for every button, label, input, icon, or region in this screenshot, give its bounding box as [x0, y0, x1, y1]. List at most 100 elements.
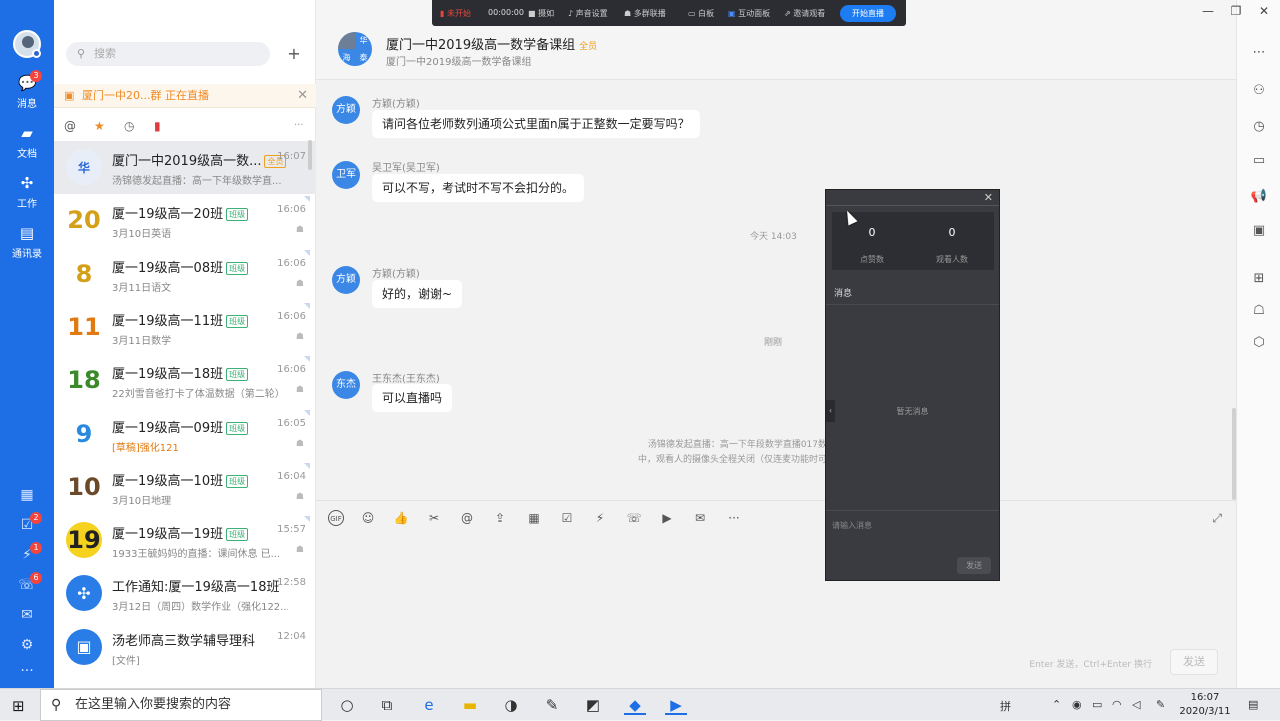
settings-icon[interactable]: ⚙ — [18, 636, 36, 654]
calendar-icon[interactable]: ▦ — [526, 510, 542, 526]
files-icon[interactable]: ▭ — [1250, 152, 1268, 170]
live-icon[interactable]: ▣ — [1250, 222, 1268, 240]
conversation-item[interactable]: 9 厦一19级高一09班 班级 16:05 [草稿]强化121 ☗ — [54, 408, 316, 461]
conversation-item[interactable]: 华厦门一中2019级高一数... 全员 16:07 汤锦德发起直播：高一下年级数学直.… — [54, 141, 316, 194]
minimize-icon[interactable]: — — [1198, 4, 1218, 18]
close-icon[interactable]: ✕ — [984, 191, 993, 204]
conversation-item[interactable]: 20 厦一19级高一20班 班级 16:06 3月10日英语 ☗ — [54, 194, 316, 247]
ding-icon[interactable]: ⚡ — [592, 510, 608, 526]
send-button[interactable]: 发送 — [1170, 649, 1218, 675]
panel-send-button[interactable]: 发送 — [957, 557, 991, 574]
message-avatar[interactable]: 方颖 — [332, 266, 360, 294]
nav-messages[interactable]: 💬 消息 — [0, 74, 54, 110]
conversation-item[interactable]: 19 厦一19级高一19班 班级 15:57 1933王毓妈妈的直播：课间休息 已...… — [54, 514, 316, 567]
windows-start-icon[interactable]: ⊞ — [12, 697, 25, 715]
gif-icon[interactable]: GIF — [328, 510, 344, 526]
close-icon[interactable]: ✕ — [297, 84, 308, 108]
conversation-item[interactable]: ✣ 工作通知:厦一19级高一18班 12:58 3月12日（周四）数学作业（强化122… — [54, 567, 316, 620]
conversation-name: 厦一19级高一11班 班级 — [112, 310, 249, 329]
calendar-filter-icon[interactable]: ▮ — [154, 118, 161, 134]
paint-icon[interactable]: ✎ — [541, 695, 563, 715]
system-clock[interactable]: 16:07 2020/3/11 — [1178, 691, 1232, 719]
calendar-icon[interactable]: ▦ — [18, 486, 36, 504]
dingtalk-icon[interactable]: ◆ — [624, 695, 646, 715]
list-scrollbar[interactable] — [308, 140, 312, 170]
message-avatar[interactable]: 东杰 — [332, 371, 360, 399]
panel-message-input[interactable]: 请输入消息 — [826, 510, 999, 541]
robot-icon[interactable]: ☖ — [1250, 302, 1268, 320]
whiteboard-button[interactable]: ▭ 白板 — [688, 8, 714, 19]
add-member-icon[interactable]: ⚇ — [1250, 82, 1268, 100]
interaction-panel-button[interactable]: ▣ 互动面板 — [728, 8, 770, 19]
nav-work[interactable]: ✣ 工作 — [0, 174, 54, 210]
pen-icon[interactable]: ✎ — [1156, 698, 1165, 711]
edge-icon[interactable]: e — [418, 695, 440, 715]
mail-icon[interactable]: ✉ — [692, 510, 708, 526]
star-filter-icon[interactable]: ★ — [94, 118, 105, 134]
conversation-time: 15:57 — [277, 524, 306, 536]
maximize-icon[interactable]: ❐ — [1226, 4, 1246, 18]
nav-documents[interactable]: ▰ 文档 — [0, 124, 54, 160]
plus-app-icon[interactable]: ⊞ — [1250, 270, 1268, 288]
live-app-icon[interactable]: ▶ — [665, 695, 687, 715]
file-explorer-icon[interactable]: ▬ — [459, 695, 481, 715]
history-icon[interactable]: ◷ — [1250, 118, 1268, 136]
message-avatar[interactable]: 方颖 — [332, 96, 360, 124]
more-filter-icon[interactable]: ··· — [294, 118, 304, 134]
wifi-icon[interactable]: ◠ — [1112, 698, 1122, 711]
nav-contacts[interactable]: ▤ 通讯录 — [0, 224, 54, 260]
expand-icon[interactable]: ⤢ — [1212, 511, 1222, 526]
taskbar-search[interactable]: ⚲ 在这里输入你要搜索的内容 — [40, 689, 322, 721]
ime-indicator[interactable]: 拼 — [1000, 698, 1011, 714]
live-video-icon[interactable]: ▶ — [659, 510, 675, 526]
photos-icon[interactable]: ◑ — [500, 695, 522, 715]
panel-icon: ▣ — [728, 9, 736, 18]
scissors-icon[interactable]: ✂ — [426, 510, 442, 526]
emoji-icon[interactable]: ☺ — [360, 510, 376, 526]
live-banner[interactable]: ▣ 厦门一中20...群 正在直播 ✕ — [54, 84, 316, 108]
notifications-icon[interactable]: ▤ — [1248, 698, 1258, 711]
more-icon[interactable]: ··· — [18, 662, 36, 680]
audio-settings-button[interactable]: ♪ 声音设置 — [568, 8, 608, 19]
task-icon[interactable]: ☑ — [559, 510, 575, 526]
conversation-item[interactable]: 8 厦一19级高一08班 班级 16:06 3月11日语文 ☗ — [54, 248, 316, 301]
viewer-count: 0 — [948, 226, 956, 239]
folder-upload-icon[interactable]: ⇪ — [492, 510, 508, 526]
cube-icon[interactable]: ⬡ — [1250, 334, 1268, 352]
mention-icon[interactable]: @ — [459, 510, 475, 526]
more-options-icon[interactable]: ⋯ — [1250, 44, 1268, 62]
thumbs-up-icon[interactable]: 👍 — [393, 510, 409, 526]
conversation-item[interactable]: ▣ 汤老师高三数学辅导理科 12:04 [文件] — [54, 621, 316, 674]
tray-app-icon[interactable]: ◉ — [1072, 698, 1082, 711]
multi-group-button[interactable]: ☗ 多群联播 — [624, 8, 666, 19]
search-input[interactable]: ⚲ 搜索 — [66, 42, 270, 66]
call-icon[interactable]: ☏ — [626, 510, 642, 526]
compose-area[interactable]: GIF ☺ 👍 ✂ @ ⇪ ▦ ☑ ⚡ ☏ ▶ ✉ ··· ⤢ Enter 发送… — [316, 500, 1236, 688]
battery-icon[interactable]: ▭ — [1092, 698, 1102, 711]
conversation-item[interactable]: 11 厦一19级高一11班 班级 16:06 3月11日数学 ☗ — [54, 301, 316, 354]
volume-icon[interactable]: ◁ — [1132, 698, 1140, 711]
message-bubble[interactable]: 可以直播吗 — [372, 384, 453, 412]
start-live-button[interactable]: 开始直播 — [840, 5, 896, 22]
tray-expand-icon[interactable]: ⌃ — [1052, 698, 1061, 711]
group-avatar[interactable]: 华 海 泰 — [338, 32, 372, 66]
close-icon[interactable]: ✕ — [1254, 4, 1274, 18]
message-avatar[interactable]: 卫军 — [332, 161, 360, 189]
conversation-item[interactable]: 10 厦一19级高一10班 班级 16:04 3月10日地理 ☗ — [54, 461, 316, 514]
message-bubble[interactable]: 可以不写，考试时不写不会扣分的。 — [372, 174, 585, 202]
sticky-notes-icon[interactable]: ◩ — [582, 695, 604, 715]
cortana-icon[interactable]: ○ — [336, 695, 358, 715]
mail-icon[interactable]: ✉ — [18, 606, 36, 624]
mention-filter-icon[interactable]: @ — [64, 118, 76, 134]
group-title[interactable]: 厦门一中2019级高一数学备课组 全员 — [386, 34, 597, 53]
add-button[interactable]: + — [282, 42, 306, 66]
camera-button[interactable]: ■ 摄如 — [528, 8, 554, 19]
announcement-icon[interactable]: 📢 — [1250, 188, 1268, 206]
clock-filter-icon[interactable]: ◷ — [124, 118, 134, 134]
invite-button[interactable]: ⇗ 邀请观看 — [784, 8, 825, 19]
message-bubble[interactable]: 请问各位老师数列通项公式里面n属于正整数一定要写吗？ — [372, 110, 700, 138]
message-bubble[interactable]: 好的，谢谢~ — [372, 280, 463, 308]
task-view-icon[interactable]: ⧉ — [376, 695, 398, 715]
conversation-item[interactable]: 18 厦一19级高一18班 班级 16:06 22刘雪音爸打卡了体温数据（第二轮） ☗ — [54, 354, 316, 407]
more-icon[interactable]: ··· — [726, 510, 742, 526]
